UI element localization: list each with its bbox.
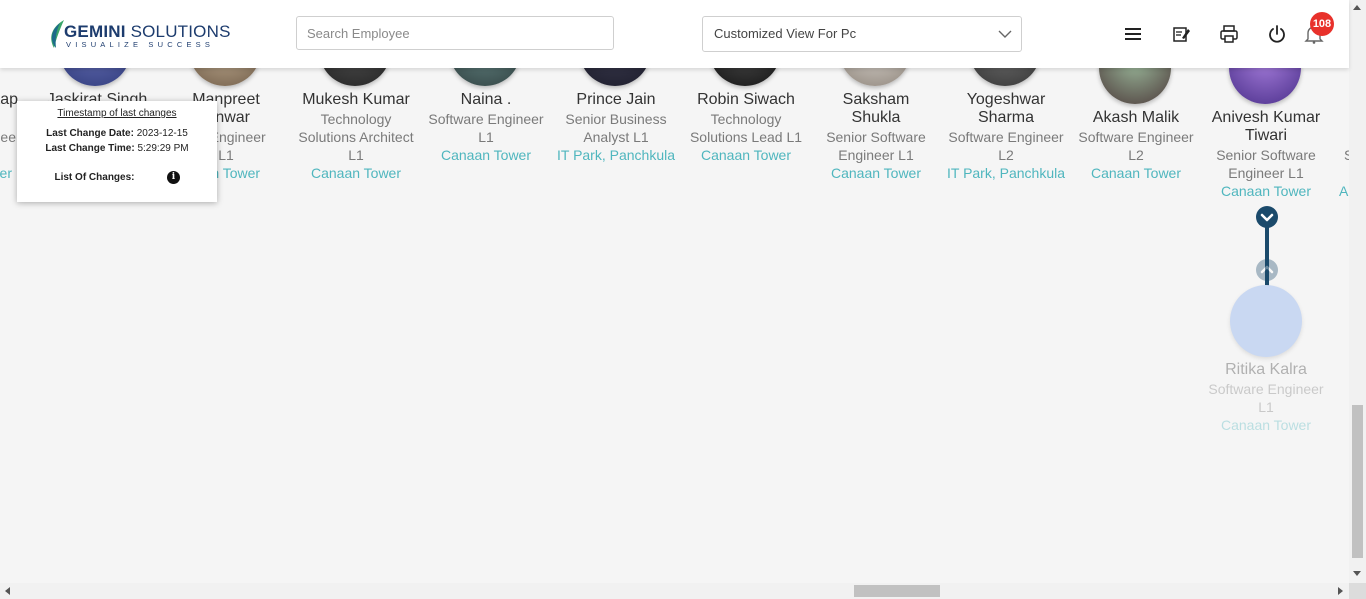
- employee-name: Naina .: [460, 91, 512, 108]
- employee-location: IT Park, Panchkula: [556, 147, 676, 163]
- employee-name: Sharma: [977, 109, 1035, 126]
- employee-designation: L2: [1128, 147, 1144, 163]
- employee-designation: Software Engineer: [428, 111, 544, 127]
- employee-name: Prince Jain: [576, 91, 656, 108]
- employee-location: ...er: [0, 165, 12, 181]
- employee-name: Anivesh Kumar: [1211, 109, 1321, 126]
- employee-designation: Solutions Lead L1: [689, 129, 803, 145]
- employee-designation: ...nee: [0, 129, 16, 145]
- employee-designation: Software Engineer: [1208, 381, 1324, 397]
- horizontal-scroll-thumb[interactable]: [854, 585, 940, 597]
- expand-toggle-icon[interactable]: [1255, 258, 1279, 282]
- employee-name: Ritika Kalra: [1225, 361, 1307, 378]
- search-input[interactable]: [296, 16, 614, 50]
- employee-location: Canaan Tower: [1220, 417, 1312, 433]
- logo-tagline: VISUALIZE SUCCESS: [66, 40, 215, 49]
- employee-name: Saksham: [842, 91, 910, 108]
- view-select-value: Customized View For Pc: [714, 26, 857, 41]
- info-icon[interactable]: i: [167, 171, 180, 184]
- employee-location: A: [1339, 183, 1349, 199]
- employee-designation: Technology: [710, 111, 782, 127]
- employee-designation: Analyst L1: [583, 129, 649, 145]
- employee-designation: Senior Software: [826, 129, 926, 145]
- employee-name: Mukesh Kumar: [302, 91, 410, 108]
- employee-location: Canaan Tower: [310, 165, 402, 181]
- list-of-changes: List Of Changes:: [17, 172, 172, 183]
- scrollbar-corner: [1349, 583, 1366, 599]
- horizontal-scrollbar[interactable]: [0, 583, 1349, 599]
- scroll-up-icon[interactable]: [1353, 5, 1361, 10]
- employee-designation: L1: [348, 147, 364, 163]
- menu-icon[interactable]: [1123, 24, 1143, 44]
- employee-designation: Senior Business: [565, 111, 667, 127]
- scroll-down-icon[interactable]: [1353, 571, 1361, 576]
- employee-location: Canaan Tower: [700, 147, 792, 163]
- label: Last Change Time:: [45, 143, 135, 154]
- label: List Of Changes:: [54, 172, 135, 183]
- timestamp-tooltip: Timestamp of last changes Last Change Da…: [17, 101, 217, 202]
- employee-name: Robin Siwach: [697, 91, 795, 108]
- logo-text: GEMINI SOLUTIONS: [64, 22, 231, 41]
- value: 5:29:29 PM: [137, 143, 189, 154]
- employee-designation: Engineer L1: [838, 147, 914, 163]
- employee-designation: Solutions Architect: [298, 129, 414, 145]
- print-icon[interactable]: [1219, 24, 1239, 44]
- employee-designation: L1: [478, 129, 494, 145]
- org-chart-canvas[interactable]: ...tap ...nee ...er Jaskirat Singh Manpr…: [0, 0, 1349, 583]
- employee-designation: L2: [998, 147, 1014, 163]
- edit-note-icon[interactable]: [1171, 24, 1191, 44]
- employee-name: Tiwari: [1244, 127, 1288, 144]
- tooltip-title: Timestamp of last changes: [57, 108, 177, 119]
- employee-designation: L1: [1258, 399, 1274, 415]
- notification-badge[interactable]: 108: [1310, 12, 1334, 36]
- scroll-right-icon[interactable]: [1338, 587, 1343, 595]
- employee-location: Canaan Tower: [830, 165, 922, 181]
- collapse-toggle-icon[interactable]: [1255, 205, 1279, 229]
- employee-designation: Engineer L1: [1228, 165, 1304, 181]
- employee-location: Canaan Tower: [1090, 165, 1182, 181]
- top-header: GEMINI SOLUTIONS VISUALIZE SUCCESS Custo…: [0, 0, 1349, 68]
- last-change-time: Last Change Time: 5:29:29 PM: [17, 143, 217, 154]
- employee-designation: Software Engineer: [1078, 129, 1194, 145]
- employee-name: ...tap: [0, 91, 18, 108]
- vertical-scrollbar[interactable]: [1349, 0, 1366, 583]
- employee-designation: Software Engineer: [948, 129, 1064, 145]
- employee-location: Canaan Tower: [1220, 183, 1312, 199]
- last-change-date: Last Change Date: 2023-12-15: [17, 128, 217, 139]
- employee-name: Shukla: [851, 109, 901, 126]
- employee-designation: Senior Software: [1216, 147, 1316, 163]
- employee-designation: Technology: [320, 111, 392, 127]
- employee-name: Akash Malik: [1092, 109, 1180, 126]
- view-select[interactable]: Customized View For Pc: [702, 16, 1022, 52]
- employee-location: IT Park, Panchkula: [946, 165, 1066, 181]
- scroll-left-icon[interactable]: [5, 587, 10, 595]
- vertical-scroll-thumb[interactable]: [1352, 405, 1363, 558]
- employee-location: Canaan Tower: [440, 147, 532, 163]
- chevron-down-icon: [998, 30, 1012, 38]
- avatar[interactable]: [1230, 285, 1302, 357]
- value: 2023-12-15: [136, 128, 188, 139]
- power-icon[interactable]: [1267, 24, 1287, 44]
- company-logo[interactable]: GEMINI SOLUTIONS VISUALIZE SUCCESS: [46, 17, 230, 51]
- label: Last Change Date:: [46, 128, 134, 139]
- employee-name: Yogeshwar: [966, 91, 1046, 108]
